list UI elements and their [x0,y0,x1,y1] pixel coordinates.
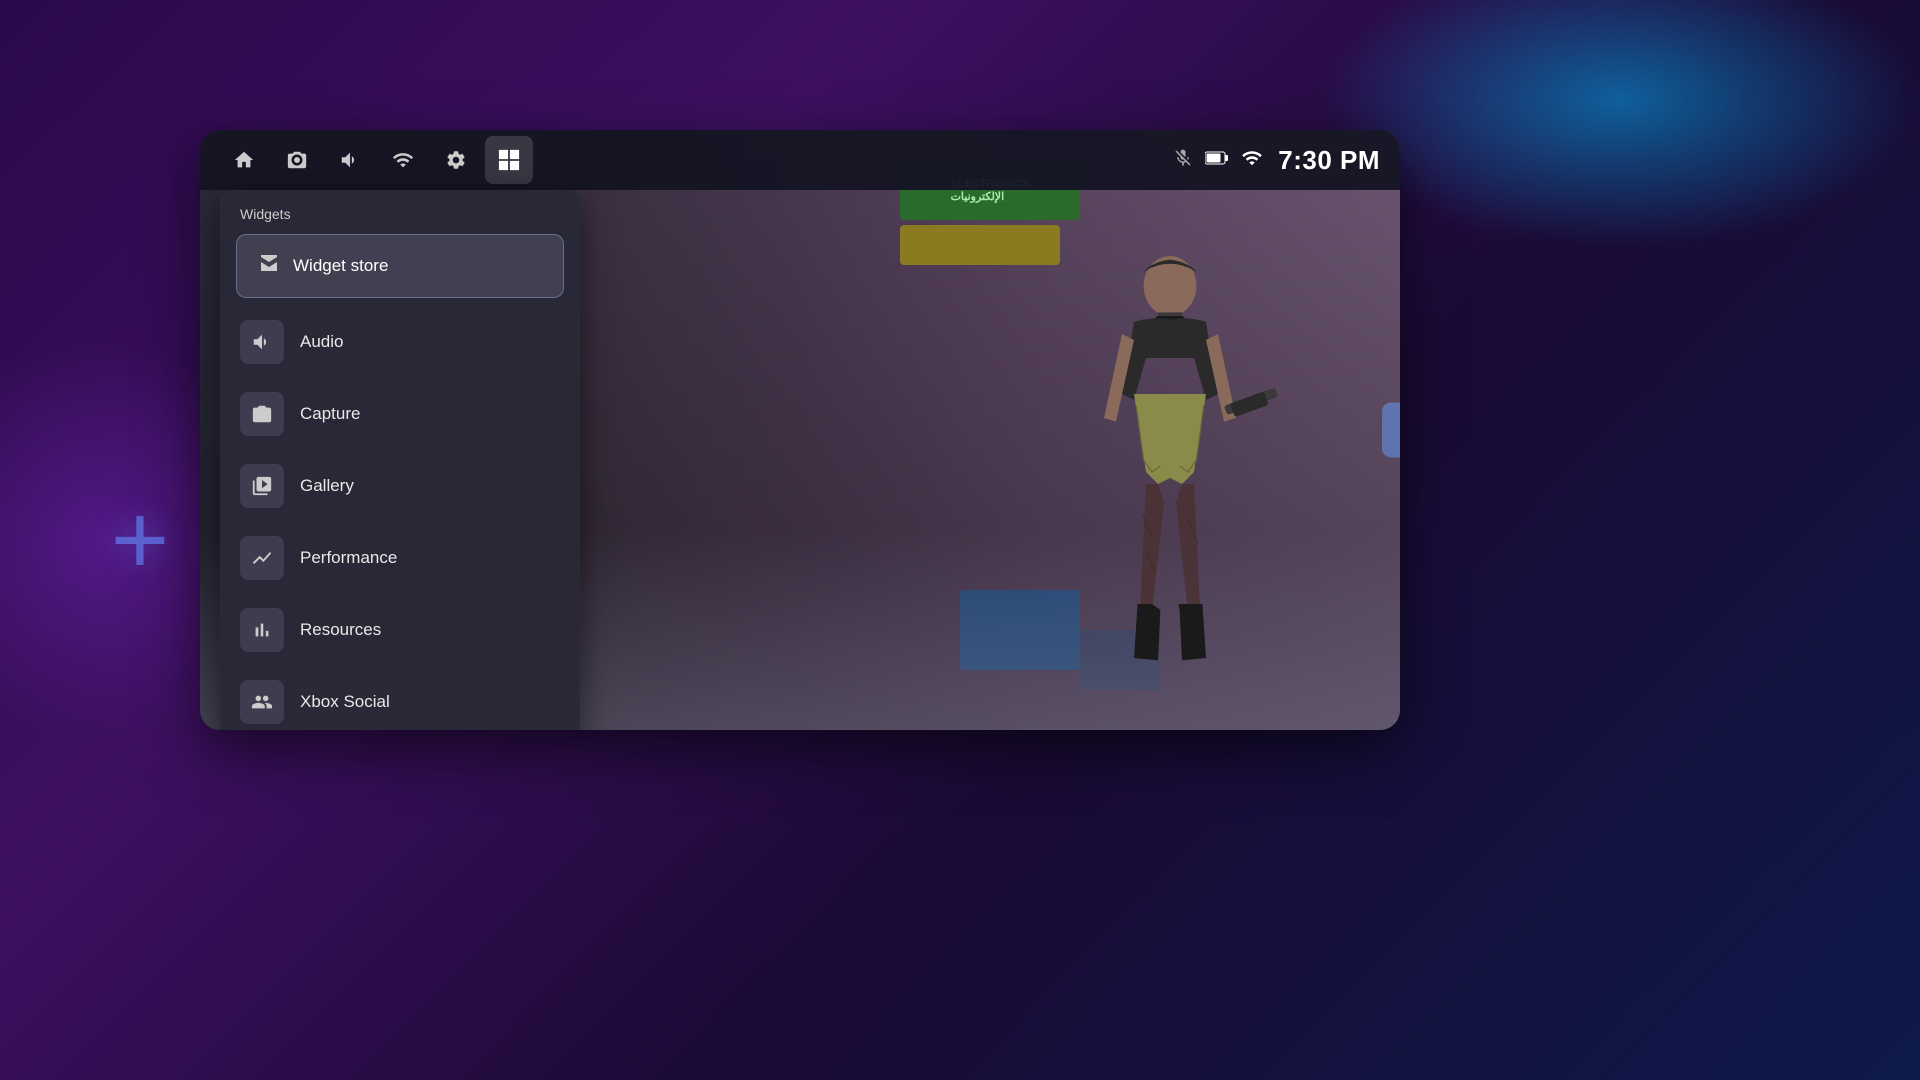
camera-icon [286,149,308,171]
microphone-mute-icon [1173,148,1193,173]
character-container [1020,190,1320,730]
xbox-social-menu-icon-box [240,680,284,724]
widgets-nav-button[interactable] [485,136,533,184]
background-glow-top-right [1320,0,1920,250]
performance-widget-icon [251,547,273,569]
time-display: 7:30 PM [1278,145,1380,176]
home-icon [233,149,255,171]
status-icons-group [1173,148,1263,173]
performance-nav-button[interactable] [379,136,427,184]
performance-menu-label: Performance [300,548,397,568]
gallery-menu-item[interactable]: Gallery [220,450,580,522]
widget-store-label: Widget store [293,256,388,276]
xbox-social-menu-item[interactable]: Xbox Social [220,666,580,730]
capture-nav-button[interactable] [273,136,321,184]
resources-widget-icon [251,619,273,641]
settings-icon [445,149,467,171]
dropdown-title: Widgets [220,206,580,234]
audio-menu-icon-box [240,320,284,364]
xbox-social-menu-label: Xbox Social [300,692,390,712]
audio-menu-item[interactable]: Audio [220,306,580,378]
monitor-icon [392,149,414,171]
battery-icon [1205,150,1229,171]
home-nav-button[interactable] [220,136,268,184]
settings-nav-button[interactable] [432,136,480,184]
gallery-widget-icon [251,475,273,497]
xbox-social-widget-icon [251,691,273,713]
audio-menu-label: Audio [300,332,343,352]
top-navigation-bar: 7:30 PM [200,130,1400,190]
widgets-icon [498,149,520,171]
character-svg [1040,250,1300,730]
resources-menu-item[interactable]: Resources [220,594,580,666]
widgets-dropdown-panel: Widgets Widget store Audio [220,190,580,730]
plus-icon-area: + [80,480,200,600]
audio-widget-icon [251,331,273,353]
resources-menu-label: Resources [300,620,381,640]
gallery-menu-label: Gallery [300,476,354,496]
right-pull-tab[interactable] [1382,403,1400,458]
gallery-menu-icon-box [240,464,284,508]
performance-menu-icon-box [240,536,284,580]
capture-menu-icon-box [240,392,284,436]
plus-icon: + [80,480,200,600]
device-frame: ELECTRONICSالإلكترونيات [200,130,1400,730]
performance-menu-item[interactable]: Performance [220,522,580,594]
capture-widget-icon [251,403,273,425]
capture-menu-item[interactable]: Capture [220,378,580,450]
widget-store-icon [257,251,281,281]
audio-nav-button[interactable] [326,136,374,184]
nav-right-status: 7:30 PM [1173,145,1380,176]
volume-icon [339,149,361,171]
wifi-icon [1241,149,1263,172]
widget-store-button[interactable]: Widget store [236,234,564,298]
capture-menu-label: Capture [300,404,360,424]
nav-left-icons [220,136,533,184]
resources-menu-icon-box [240,608,284,652]
